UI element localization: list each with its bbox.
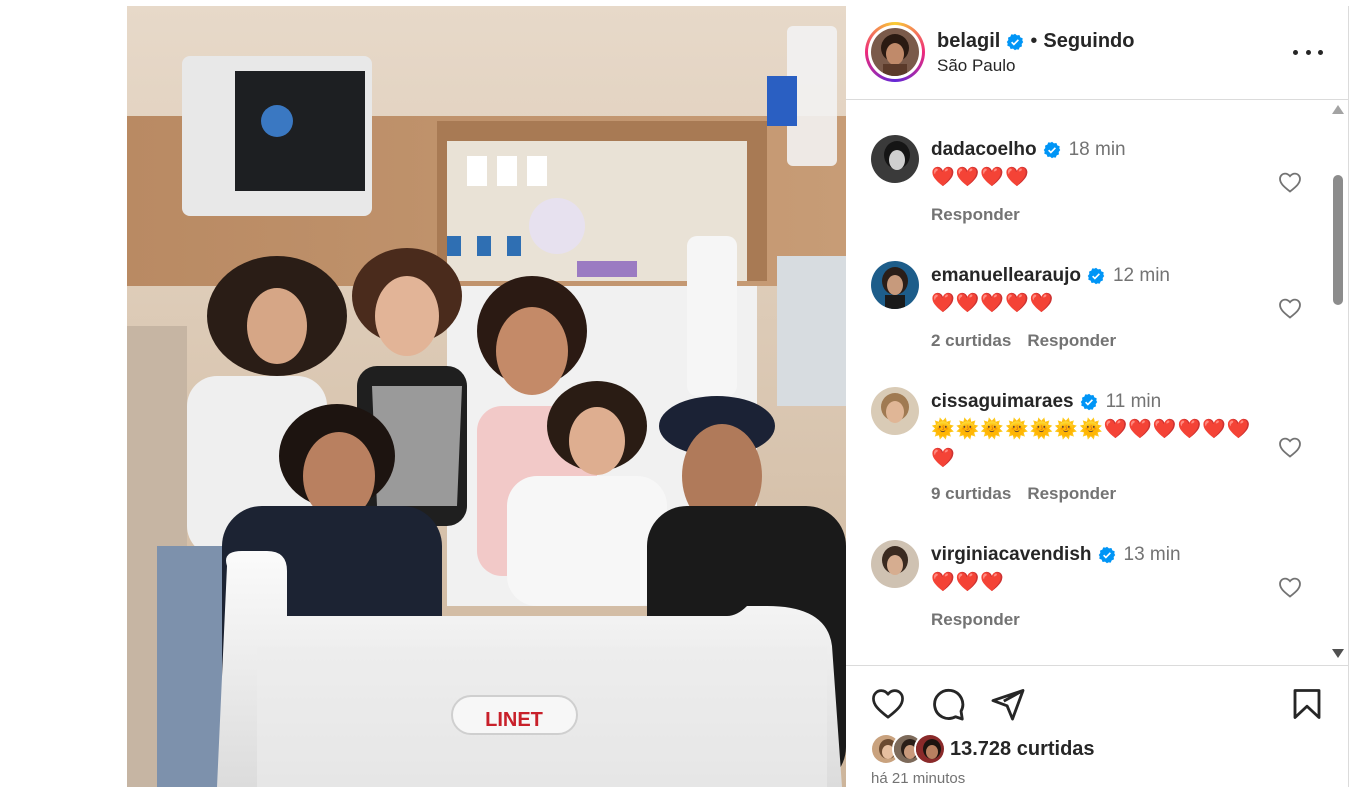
liker-avatars <box>870 733 948 765</box>
reply-button[interactable]: Responder <box>931 205 1020 225</box>
comment-heart-icon[interactable] <box>1278 576 1302 598</box>
comments-list[interactable]: dadacoelho 18 min ❤️❤️❤️❤️ Responder ema… <box>846 101 1349 666</box>
comments-scrollbar[interactable] <box>1331 105 1345 665</box>
separator-dot: • <box>1030 30 1038 52</box>
comment-heart-icon[interactable] <box>1278 297 1302 319</box>
bed-brand-text: LINET <box>485 709 543 731</box>
post-actions-bar <box>846 672 1349 732</box>
post-header: belagil • Seguindo São Paulo <box>846 6 1349 100</box>
comment-avatar[interactable] <box>871 135 919 183</box>
verified-badge-icon <box>1043 141 1061 159</box>
more-options-icon[interactable] <box>1293 42 1323 62</box>
verified-badge-icon <box>1087 267 1105 285</box>
reply-button[interactable]: Responder <box>1027 484 1116 504</box>
comment-likes-count[interactable]: 2 curtidas <box>931 331 1011 351</box>
verified-badge-icon <box>1006 33 1024 51</box>
reply-button[interactable]: Responder <box>931 610 1020 630</box>
comment-icon[interactable] <box>930 686 966 722</box>
author-username[interactable]: belagil <box>937 30 1000 53</box>
comment-username[interactable]: dadacoelho <box>931 139 1037 161</box>
scroll-down-arrow-icon[interactable] <box>1332 649 1344 658</box>
scroll-up-arrow-icon[interactable] <box>1332 105 1344 114</box>
post-timestamp[interactable]: há 21 minutos <box>871 770 965 787</box>
hospital-room-photo: LINET <box>127 6 846 787</box>
comment-heart-icon[interactable] <box>1278 436 1302 458</box>
comment-heart-icon[interactable] <box>1278 171 1302 193</box>
comment-avatar[interactable] <box>871 540 919 588</box>
reply-button[interactable]: Responder <box>1027 331 1116 351</box>
bookmark-icon[interactable] <box>1289 686 1325 722</box>
following-button[interactable]: Seguindo <box>1043 30 1134 53</box>
comment-username[interactable]: emanuellearaujo <box>931 265 1081 287</box>
comment-text: 🌞🌞🌞🌞🌞🌞🌞❤️❤️❤️❤️❤️❤️❤️ <box>931 419 1252 469</box>
verified-badge-icon <box>1098 546 1116 564</box>
comment-timestamp[interactable]: 12 min <box>1113 265 1170 287</box>
author-story-ring[interactable] <box>865 22 925 82</box>
comment-timestamp[interactable]: 18 min <box>1069 139 1126 161</box>
comment-timestamp[interactable]: 13 min <box>1124 544 1181 566</box>
verified-badge-icon <box>1080 393 1098 411</box>
comment-username[interactable]: cissaguimaraes <box>931 391 1074 413</box>
comment-avatar[interactable] <box>871 261 919 309</box>
comment-likes-count[interactable]: 9 curtidas <box>931 484 1011 504</box>
post-location[interactable]: São Paulo <box>937 56 1015 76</box>
comment-timestamp[interactable]: 11 min <box>1106 391 1162 413</box>
post-likes-count[interactable]: 13.728 curtidas <box>950 738 1095 761</box>
comment-username[interactable]: virginiacavendish <box>931 544 1092 566</box>
share-icon[interactable] <box>990 686 1026 722</box>
post-photo[interactable]: LINET <box>127 6 846 787</box>
liker-avatar <box>914 733 946 765</box>
author-avatar[interactable] <box>871 28 919 76</box>
comment-text: ❤️❤️❤️ <box>931 572 1005 593</box>
heart-icon[interactable] <box>870 686 906 722</box>
post-side-panel: belagil • Seguindo São Paulo dadacoelho … <box>846 6 1351 787</box>
scroll-thumb[interactable] <box>1333 175 1343 305</box>
comment-text: ❤️❤️❤️❤️ <box>931 167 1030 188</box>
comment-avatar[interactable] <box>871 387 919 435</box>
likes-summary[interactable]: 13.728 curtidas <box>870 733 1095 765</box>
comment-text: ❤️❤️❤️❤️❤️ <box>931 293 1055 314</box>
